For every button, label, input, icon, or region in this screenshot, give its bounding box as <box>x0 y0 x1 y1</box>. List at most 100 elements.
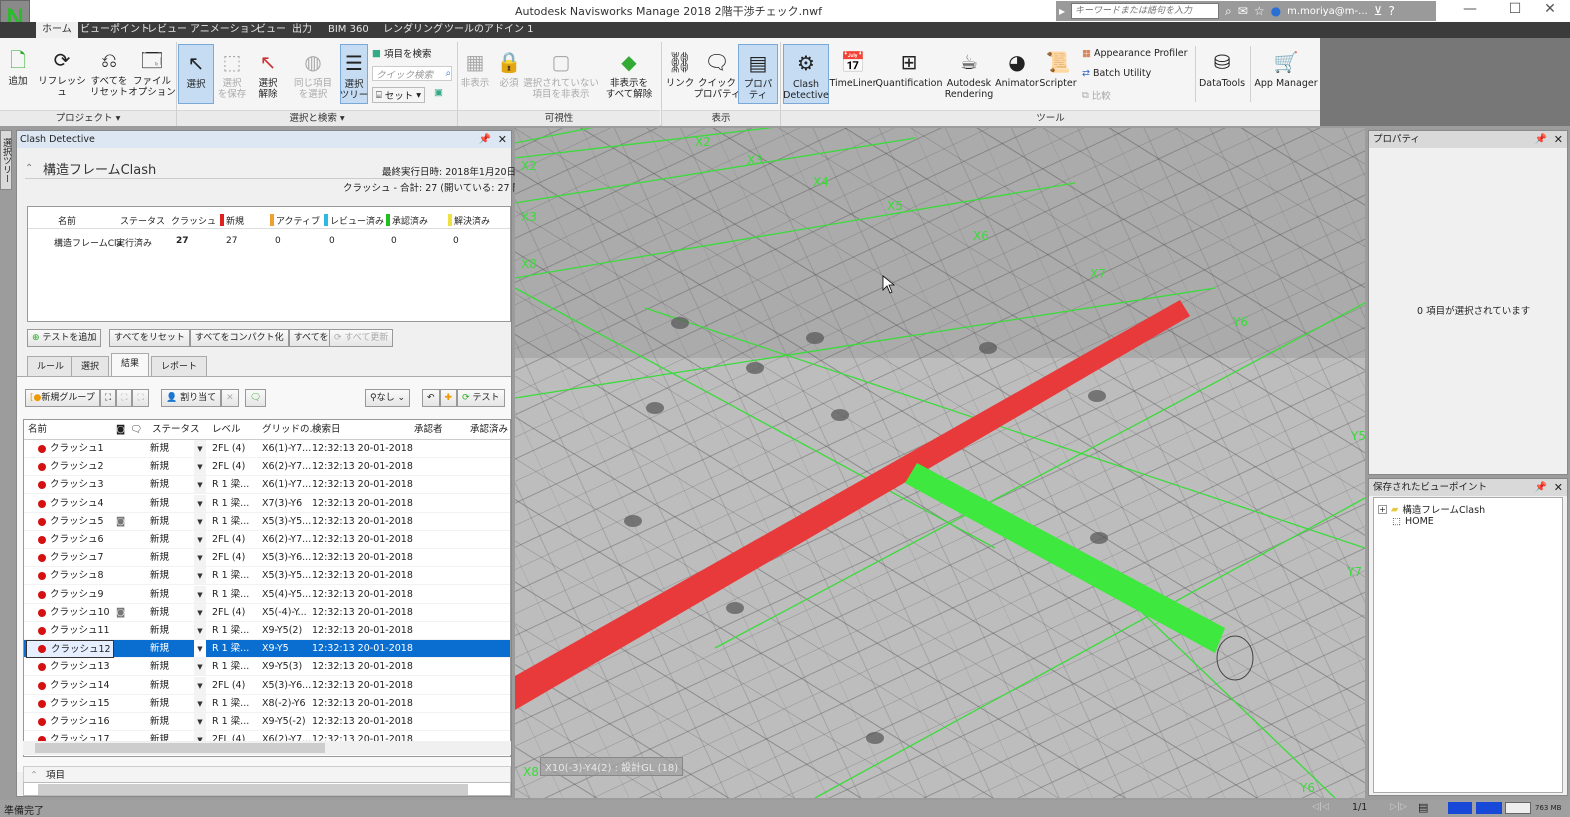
file-options-button[interactable]: 🗔 ファイル オプション <box>128 42 176 108</box>
animator-button[interactable]: ◕ Animator <box>995 44 1039 104</box>
tab-results[interactable]: 結果 <box>111 353 150 376</box>
tree-item-viewpoint[interactable]: ⬚ HOME <box>1392 516 1434 527</box>
clash-row[interactable]: クラッシュ7 新規 ▼ 2FL (4) X5(3)-Y6... 12:32:13 20-0… <box>24 549 510 568</box>
status-dropdown-arrow-icon[interactable]: ▼ <box>194 640 206 658</box>
col-active[interactable]: アクティブ <box>270 213 320 227</box>
panel-horizontal-scrollbar[interactable] <box>23 782 511 796</box>
appearance-profiler-button[interactable]: ▦ Appearance Profiler <box>1082 48 1188 59</box>
reset-button[interactable]: ↶ <box>422 389 440 407</box>
status-dropdown-arrow-icon[interactable]: ▼ <box>194 567 206 585</box>
clash-status[interactable]: 新規 <box>150 713 169 731</box>
status-dropdown-arrow-icon[interactable]: ▼ <box>194 676 206 694</box>
select-none-button[interactable]: ↖ 選択 解除 <box>252 44 284 104</box>
minimize-button[interactable]: — <box>1450 0 1490 20</box>
scripter-button[interactable]: 📜 Scripter <box>1039 44 1076 104</box>
col-status[interactable]: ステータス <box>120 213 165 227</box>
save-selection-button[interactable]: ⬚ 選択 を保存 <box>216 44 248 104</box>
status-dropdown-arrow-icon[interactable]: ▼ <box>194 622 206 639</box>
status-dropdown-arrow-icon[interactable]: ▼ <box>194 512 206 530</box>
hide-button[interactable]: ▦ 非表示 <box>458 44 492 104</box>
col-name[interactable]: 名前 <box>58 213 76 227</box>
selection-tree-side-tab[interactable]: 選択ツリー <box>0 130 12 190</box>
col-clashes[interactable]: クラッシュ <box>171 213 216 227</box>
clash-row[interactable]: クラッシュ16 新規 ▼ R 1 梁... X9-Y5(-2) 12:32:13 20-0… <box>24 713 510 731</box>
clash-status[interactable]: 新規 <box>150 513 169 531</box>
clash-status[interactable]: 新規 <box>150 476 169 494</box>
refresh-button[interactable]: ⟳ リフレッシュ <box>38 42 86 108</box>
manage-sets-button[interactable]: ▣ <box>434 87 443 98</box>
status-dropdown-arrow-icon[interactable]: ▼ <box>194 476 206 494</box>
col-reviewed[interactable]: レビュー済み <box>324 213 384 227</box>
tab-bim360[interactable]: BIM 360 <box>322 22 375 38</box>
filter-dropdown[interactable]: ⚲なし ⌄ <box>365 389 411 407</box>
reset-all-button[interactable]: ⎌ すべてを リセット <box>90 42 128 108</box>
hide-unselected-button[interactable]: ▢ 選択されていない 項目を非表示 <box>523 44 599 104</box>
group-clashes-button[interactable]: ⛶ <box>99 389 117 407</box>
clash-row[interactable]: クラッシュ13 新規 ▼ R 1 梁... X9-Y5(3) 12:32:13 20-01… <box>24 658 510 677</box>
quick-find-search-icon[interactable]: ⌕ <box>446 68 451 79</box>
clash-status[interactable]: 新規 <box>150 695 169 713</box>
clash-status[interactable]: 新規 <box>150 458 169 476</box>
clash-row[interactable]: クラッシュ10 ◙ 新規 ▼ 2FL (4) X5(-4)-Y... 12:32:13 20… <box>24 603 510 622</box>
col-header-status[interactable]: ステータス <box>152 422 200 438</box>
links-button[interactable]: ⛓ リンク <box>664 44 696 104</box>
group-label-select-search[interactable]: 選択と検索 ▾ <box>177 110 457 126</box>
clash-status[interactable]: 新規 <box>150 531 169 549</box>
user-account[interactable]: m.moriya@m-... <box>1287 6 1368 17</box>
timeliner-button[interactable]: 📅 TimeLiner <box>830 44 877 104</box>
clash-row[interactable]: クラッシュ14 新規 ▼ 2FL (4) X5(3)-Y6... 12:32:13 20-… <box>24 676 510 695</box>
app-manager-button[interactable]: 🛒 App Manager <box>1254 44 1318 104</box>
3d-viewport[interactable]: X2 X3 X4 X5 X6 X7 X2 X3 X8 Y6 Y5 Y7 X8 Y6 <box>515 128 1365 798</box>
help-icon[interactable]: ? <box>1388 4 1394 18</box>
col-header-comment-icon[interactable]: 🗨 <box>130 422 142 438</box>
expand-arrow-icon[interactable]: ▸ <box>1059 4 1065 18</box>
expand-plus-icon[interactable]: + <box>1378 504 1387 514</box>
status-dropdown-arrow-icon[interactable]: ▼ <box>194 549 206 567</box>
explicit-button[interactable]: ✚ <box>439 389 458 407</box>
communication-center-icon[interactable]: ✉ <box>1238 4 1248 18</box>
close-panel-icon[interactable]: ✕ <box>498 131 507 148</box>
clash-status[interactable]: 新規 <box>150 495 169 513</box>
batch-utility-button[interactable]: ⇄ Batch Utility <box>1082 68 1151 79</box>
clash-row[interactable]: クラッシュ1 新規 ▼ 2FL (4) X6(1)-Y7... 12:32:13 20-0… <box>24 440 510 458</box>
unassign-button[interactable]: ✕ <box>221 389 239 407</box>
datatools-button[interactable]: ⛁ DataTools <box>1198 44 1246 104</box>
clash-row[interactable]: クラッシュ11 新規 ▼ R 1 梁... X9-Y5(2) 12:32:13 20-01… <box>24 622 510 640</box>
clash-row[interactable]: クラッシュ5 ◙ 新規 ▼ R 1 梁... X5(3)-Y5... 12:32:13 20… <box>24 512 510 531</box>
remove-group-button[interactable]: ⛶ <box>132 389 149 407</box>
col-header-grid[interactable]: グリッドの... <box>262 422 319 438</box>
tab-output[interactable]: 出力 <box>286 22 318 38</box>
col-header-name[interactable]: 名前 <box>28 422 47 438</box>
tab-tool-addins[interactable]: ツールのアドイン 1 <box>438 22 540 38</box>
add-test-button[interactable]: ⊕ テストを追加 <box>27 329 102 347</box>
status-dropdown-arrow-icon[interactable]: ▼ <box>194 494 206 512</box>
close-panel-icon[interactable]: ✕ <box>1554 131 1563 148</box>
clash-row[interactable]: クラッシュ12 新規 ▼ R 1 梁... X9-Y5 12:32:13 20-01-20… <box>24 640 510 659</box>
col-header-level[interactable]: レベル <box>212 422 241 438</box>
status-dropdown-arrow-icon[interactable]: ▼ <box>194 603 206 621</box>
status-dropdown-arrow-icon[interactable]: ▼ <box>194 713 206 730</box>
clash-row[interactable]: クラッシュ9 新規 ▼ R 1 梁... X5(4)-Y5... 12:32:13 20-… <box>24 585 510 604</box>
scroll-thumb[interactable] <box>38 784 468 795</box>
quick-find-input[interactable]: クイック検索 ⌕ <box>372 66 452 81</box>
close-button[interactable]: ✕ <box>1530 0 1570 20</box>
clash-status[interactable]: 新規 <box>150 549 169 567</box>
clash-row[interactable]: クラッシュ6 新規 ▼ 2FL (4) X6(2)-Y7... 12:32:13 20-0… <box>24 531 510 549</box>
results-horizontal-scrollbar[interactable] <box>23 741 511 755</box>
collapse-chevron-icon[interactable]: ⌃ <box>25 163 33 174</box>
clash-status[interactable]: 新規 <box>150 440 169 458</box>
clash-row[interactable]: クラッシュ8 新規 ▼ R 1 梁... X5(3)-Y5... 12:32:13 20-… <box>24 567 510 586</box>
autodesk-rendering-button[interactable]: ☕ Autodesk Rendering <box>944 44 994 104</box>
pin-icon[interactable]: 📌 <box>1535 479 1547 496</box>
new-group-button[interactable]: [●新規グループ <box>25 389 100 407</box>
selection-tree-button[interactable]: ☰ 選択 ツリー <box>340 44 368 104</box>
find-items-button[interactable]: ■ 項目を検索 <box>372 46 432 61</box>
clash-status[interactable]: 新規 <box>150 567 169 585</box>
sheet-browser-icon[interactable]: ▤ <box>1418 801 1428 814</box>
col-header-approver[interactable]: 承認者 <box>414 422 443 438</box>
col-header-approved[interactable]: 承認済み <box>470 422 508 438</box>
user-icon[interactable]: ● <box>1271 4 1281 18</box>
tree-item-folder[interactable]: + ▰ 構造フレームClash <box>1378 502 1485 516</box>
refresh-test-button[interactable]: ⟳ テスト <box>457 389 505 407</box>
update-all-button[interactable]: ⟳ すべて更新 <box>329 329 394 347</box>
